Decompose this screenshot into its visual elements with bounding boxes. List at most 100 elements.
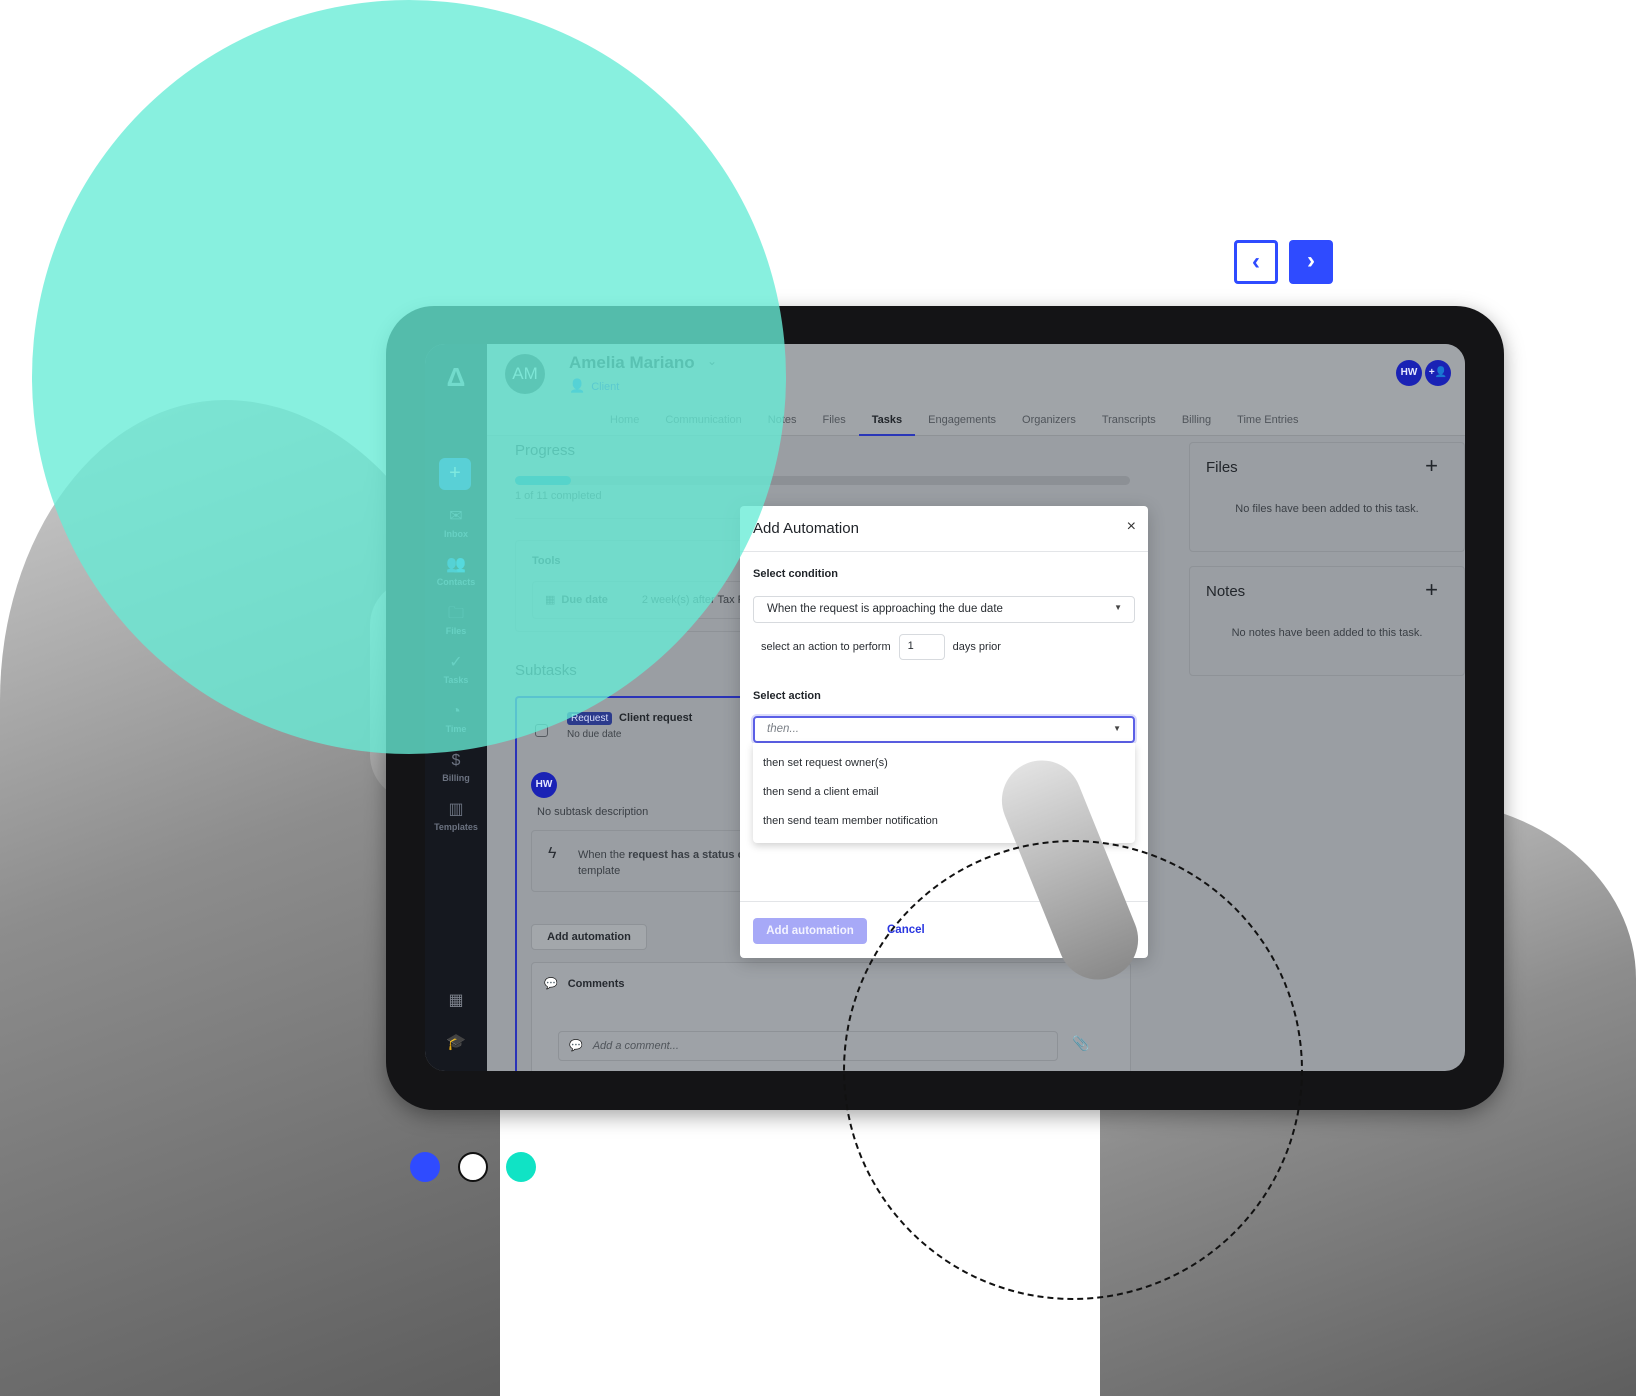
tab-files[interactable]: Files bbox=[810, 414, 859, 436]
sidebar-item-label: Files bbox=[445, 626, 467, 636]
sidebar-item-label: Inbox bbox=[444, 529, 468, 539]
sidebar-item-label: Contacts bbox=[436, 577, 476, 587]
modal-divider bbox=[740, 551, 1148, 552]
client-name[interactable]: Amelia Mariano bbox=[569, 353, 695, 373]
request-badge: Request bbox=[567, 712, 613, 725]
files-panel-title: Files bbox=[1206, 459, 1238, 476]
sidebar-item-files[interactable]: 🗀 Files bbox=[425, 605, 487, 636]
action-select[interactable]: then... ▼ bbox=[753, 716, 1135, 743]
tab-time-entries[interactable]: Time Entries bbox=[1224, 414, 1311, 436]
tab-engagements[interactable]: Engagements bbox=[915, 414, 1009, 436]
chevron-left-icon[interactable]: ‹ bbox=[1234, 240, 1278, 284]
comment-icon: 💬 bbox=[569, 1040, 583, 1052]
action-placeholder: then... bbox=[767, 723, 799, 735]
tab-transcripts[interactable]: Transcripts bbox=[1089, 414, 1169, 436]
sidebar-item-inbox[interactable]: ✉ Inbox bbox=[425, 508, 487, 539]
submit-automation-button[interactable]: Add automation bbox=[753, 918, 867, 944]
client-role-label: Client bbox=[591, 381, 620, 393]
inbox-icon: ✉ bbox=[449, 508, 463, 525]
add-automation-button[interactable]: Add automation bbox=[531, 924, 647, 950]
timer-icon: ◔ bbox=[451, 703, 461, 720]
templates-icon: ▥ bbox=[448, 801, 464, 818]
modal-title: Add Automation bbox=[753, 520, 859, 537]
automation-text-bold: request has a status o bbox=[628, 849, 745, 861]
progress-fill bbox=[515, 476, 571, 485]
tab-tasks[interactable]: Tasks bbox=[858, 414, 916, 436]
subtask-description: No subtask description bbox=[537, 806, 649, 818]
close-icon[interactable]: × bbox=[1127, 518, 1136, 536]
condition-select[interactable]: When the request is approaching the due … bbox=[753, 596, 1135, 623]
notes-panel-title: Notes bbox=[1206, 583, 1246, 600]
chevron-down-icon[interactable]: ⌄ bbox=[707, 354, 717, 368]
action-option[interactable]: then send a client email bbox=[763, 786, 879, 798]
notes-panel: Notes + No notes have been added to this… bbox=[1189, 566, 1465, 676]
comments-header: 💬 Comments bbox=[544, 977, 625, 990]
tab-home[interactable]: Home bbox=[597, 414, 652, 436]
app-sidebar: Δ + ✉ Inbox 👥 Contacts 🗀 Files ✓ Tasks ◔… bbox=[425, 344, 487, 1071]
subtask-checkbox[interactable] bbox=[535, 724, 548, 737]
client-header: AM Amelia Mariano ⌄ 👤 Client Home Communi… bbox=[487, 344, 1465, 436]
add-file-icon[interactable]: + bbox=[1425, 453, 1438, 479]
condition-label: Select condition bbox=[753, 568, 838, 580]
sidebar-item-billing[interactable]: $ Billing bbox=[425, 752, 487, 783]
condition-value: When the request is approaching the due … bbox=[767, 603, 1003, 615]
due-date-label: Due date bbox=[561, 594, 608, 606]
comments-title: Comments bbox=[567, 978, 625, 990]
sidebar-item-contacts[interactable]: 👥 Contacts bbox=[425, 556, 487, 587]
academy-icon[interactable]: 🎓 bbox=[425, 1032, 487, 1052]
carousel-arrows: ‹ › bbox=[1234, 240, 1333, 284]
user-icon: 👤 bbox=[569, 378, 586, 393]
sidebar-item-tasks[interactable]: ✓ Tasks bbox=[425, 654, 487, 685]
subtask-due: No due date bbox=[567, 729, 622, 740]
calendar-icon[interactable]: ▦ bbox=[425, 990, 487, 1010]
action-option[interactable]: then set request owner(s) bbox=[763, 757, 888, 769]
tab-organizers[interactable]: Organizers bbox=[1009, 414, 1089, 436]
tab-notes[interactable]: Notes bbox=[755, 414, 810, 436]
check-circle-icon: ✓ bbox=[449, 654, 463, 671]
add-note-icon[interactable]: + bbox=[1425, 577, 1438, 603]
folder-icon: 🗀 bbox=[447, 605, 464, 622]
files-panel: Files + No files have been added to this… bbox=[1189, 442, 1465, 552]
days-prior-row: select an action to perform 1 days prior bbox=[761, 634, 1001, 660]
chevron-right-icon[interactable]: › bbox=[1289, 240, 1333, 284]
comments-icon: 💬 bbox=[544, 978, 558, 990]
comment-input[interactable]: 💬 Add a comment... bbox=[558, 1031, 1058, 1061]
add-user-icon[interactable]: +👤 bbox=[1425, 360, 1451, 386]
sidebar-item-templates[interactable]: ▥ Templates bbox=[425, 801, 487, 832]
progress-label: 1 of 11 completed bbox=[515, 490, 602, 502]
client-tabs: Home Communication Notes Files Tasks Eng… bbox=[597, 414, 1312, 436]
tab-billing[interactable]: Billing bbox=[1169, 414, 1224, 436]
subtask-title[interactable]: Client request bbox=[619, 712, 692, 724]
billing-icon: $ bbox=[451, 752, 461, 769]
days-suffix: days prior bbox=[952, 640, 1001, 653]
days-prefix: select an action to perform bbox=[761, 640, 891, 653]
attachment-icon[interactable]: 📎 bbox=[1072, 1035, 1089, 1052]
caret-down-icon: ▼ bbox=[1114, 603, 1122, 612]
days-input[interactable]: 1 bbox=[898, 634, 945, 660]
tools-title: Tools bbox=[532, 555, 561, 567]
automation-text-pre: When the bbox=[578, 849, 629, 861]
notes-empty-text: No notes have been added to this task. bbox=[1231, 627, 1423, 639]
subtasks-title: Subtasks bbox=[515, 662, 577, 679]
assignee-avatar[interactable]: HW bbox=[531, 772, 557, 798]
sidebar-item-label: Tasks bbox=[443, 675, 469, 685]
automation-text-post: template bbox=[578, 865, 621, 877]
header-avatars: HW +👤 bbox=[1396, 360, 1451, 386]
tab-communication[interactable]: Communication bbox=[652, 414, 754, 436]
lightning-icon: ϟ bbox=[548, 845, 557, 862]
carousel-dot[interactable] bbox=[506, 1152, 536, 1182]
due-date-value: 2 week(s) after Tax P bbox=[641, 594, 745, 606]
action-option[interactable]: then send team member notification bbox=[763, 815, 938, 827]
action-label: Select action bbox=[753, 690, 821, 702]
user-avatar[interactable]: HW bbox=[1396, 360, 1422, 386]
contacts-icon: 👥 bbox=[446, 556, 466, 573]
cancel-button[interactable]: Cancel bbox=[887, 924, 925, 936]
progress-title: Progress bbox=[515, 442, 576, 459]
new-item-button[interactable]: + bbox=[439, 458, 471, 490]
carousel-dot[interactable] bbox=[458, 1152, 488, 1182]
comment-placeholder: Add a comment... bbox=[592, 1040, 679, 1052]
sidebar-item-time[interactable]: ◔ Time bbox=[425, 703, 487, 734]
sidebar-item-label: Templates bbox=[434, 822, 478, 832]
sidebar-item-label: Time bbox=[445, 724, 467, 734]
carousel-dot-active[interactable] bbox=[410, 1152, 440, 1182]
